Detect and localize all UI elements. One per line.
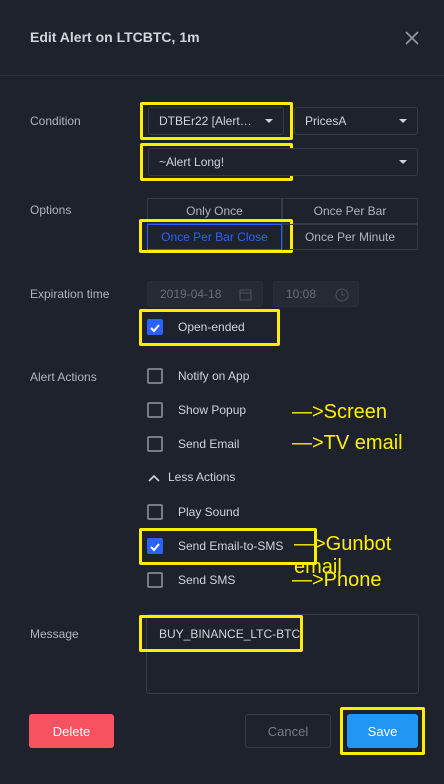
less-actions-toggle[interactable]: Less Actions	[168, 470, 235, 484]
condition-source-select[interactable]: PricesA	[294, 107, 418, 135]
expiration-time-input[interactable]: 10:08	[273, 281, 359, 307]
open-ended-checkbox[interactable]	[147, 319, 163, 335]
calendar-icon	[239, 288, 252, 304]
condition-indicator-value: DTBEr22 [Alert…	[159, 114, 252, 128]
send-sms-label: Send SMS	[178, 573, 236, 587]
show-popup-label: Show Popup	[178, 403, 247, 417]
clock-icon	[335, 288, 349, 305]
message-label: Message	[30, 627, 79, 641]
popup-note: —>Screen	[292, 401, 388, 423]
send-email-checkbox[interactable]	[147, 436, 163, 452]
save-button[interactable]: Save	[347, 714, 418, 748]
send-sms-checkbox[interactable]	[147, 572, 163, 588]
chevron-down-icon	[399, 119, 407, 123]
expiration-time-value: 10:08	[286, 287, 317, 301]
options-label: Options	[30, 203, 72, 217]
expiration-date-input[interactable]: 2019-04-18	[147, 281, 263, 307]
check-icon	[150, 543, 160, 552]
send-email-sms-label: Send Email-to-SMS	[178, 539, 284, 553]
condition-alert-select[interactable]: ~Alert Long!	[148, 148, 418, 176]
condition-alert-value: ~Alert Long!	[159, 155, 225, 169]
play-sound-label: Play Sound	[178, 505, 240, 519]
open-ended-label: Open-ended	[178, 320, 245, 334]
condition-source-value: PricesA	[305, 114, 347, 128]
cancel-button[interactable]: Cancel	[245, 714, 331, 748]
chevron-up-icon[interactable]	[147, 470, 161, 488]
play-sound-checkbox[interactable]	[147, 504, 163, 520]
alert-actions-label: Alert Actions	[30, 370, 97, 384]
notify-app-checkbox[interactable]	[147, 368, 163, 384]
chevron-down-icon	[399, 160, 407, 164]
dialog-title: Edit Alert on LTCBTC, 1m	[30, 29, 200, 45]
close-icon[interactable]	[402, 28, 422, 48]
check-icon	[150, 324, 160, 333]
message-value: BUY_BINANCE_LTC-BTC	[159, 627, 301, 641]
send-email-label: Send Email	[178, 437, 240, 451]
delete-button[interactable]: Delete	[29, 714, 114, 748]
email-note: —>TV email	[292, 432, 403, 454]
condition-label: Condition	[30, 114, 81, 128]
option-once-per-bar[interactable]: Once Per Bar	[282, 198, 418, 224]
sms-note: —>Phone	[292, 569, 382, 591]
expiration-label: Expiration time	[30, 287, 110, 301]
notify-app-label: Notify on App	[178, 369, 250, 383]
expiration-date-value: 2019-04-18	[160, 287, 222, 301]
show-popup-checkbox[interactable]	[147, 402, 163, 418]
send-email-sms-checkbox[interactable]	[147, 538, 163, 554]
chevron-down-icon	[265, 119, 273, 123]
condition-indicator-select[interactable]: DTBEr22 [Alert…	[148, 107, 284, 135]
option-once-per-minute[interactable]: Once Per Minute	[282, 224, 418, 250]
option-once-per-bar-close[interactable]: Once Per Bar Close	[147, 224, 282, 250]
